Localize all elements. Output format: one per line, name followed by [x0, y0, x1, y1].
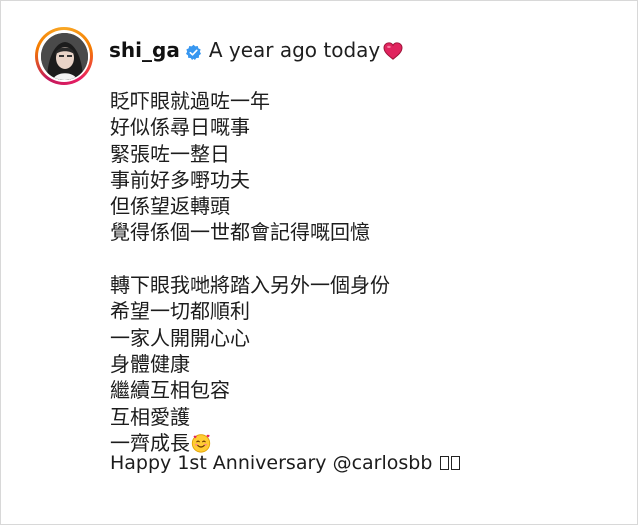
post-caption: 眨吓眼就過咗一年 好似係尋日嘅事 緊張咗一整日 事前好多嘢功夫 但係望返轉頭 覺…: [110, 88, 390, 456]
avatar-ring-inner: [38, 30, 90, 82]
username-link[interactable]: shi_ga: [109, 38, 180, 62]
caption-footer: Happy 1st Anniversary @carlosbb: [110, 452, 461, 474]
caption-line: 一家人開開心心: [110, 325, 250, 350]
caption-line: 好似係尋日嘅事: [110, 115, 250, 140]
caption-line: 身體健康: [110, 351, 190, 376]
missing-glyph-box-icon: [440, 456, 450, 470]
footer-text: Happy 1st Anniversary: [110, 452, 333, 474]
caption-line: 希望一切都順利: [110, 299, 250, 324]
post-header: shi_ga A year ago today: [109, 35, 403, 65]
avatar[interactable]: [35, 27, 93, 85]
missing-glyph-box-icon: [451, 456, 461, 470]
caption-paragraph-gap: [110, 246, 390, 272]
caption-line: 覺得係個一世都會記得嘅回憶: [110, 220, 370, 245]
mention-link[interactable]: @carlosbb: [333, 452, 433, 474]
smiling-face-with-hearts-icon: [191, 433, 211, 453]
red-heart-icon: [383, 41, 403, 60]
avatar-portrait-icon: [40, 32, 88, 80]
avatar-image: [40, 32, 88, 80]
verified-badge-icon: [185, 42, 202, 60]
caption-line: 但係望返轉頭: [110, 194, 230, 219]
caption-line: 轉下眼我哋將踏入另外一個身份: [110, 273, 390, 298]
post-header-text: A year ago today: [208, 38, 381, 62]
caption-line: 緊張咗一整日: [110, 141, 230, 166]
caption-line: 繼續互相包容: [110, 378, 230, 403]
caption-line: 事前好多嘢功夫: [110, 167, 250, 192]
caption-line: 互相愛護: [110, 404, 190, 429]
caption-line: 眨吓眼就過咗一年: [110, 89, 270, 113]
